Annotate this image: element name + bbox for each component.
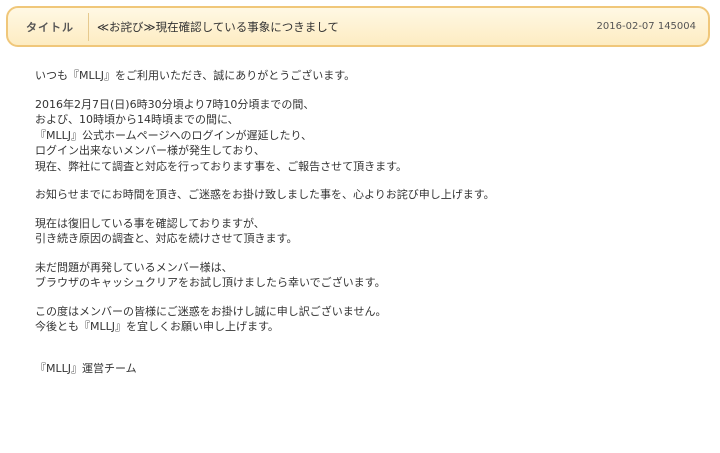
body-line: ブラウザのキャッシュクリアをお試し頂けましたら幸いでございます。 <box>35 276 386 289</box>
paragraph-incident: 2016年2月7日(日)6時30分頃より7時10分頃までの間、 および、10時頃… <box>35 97 705 175</box>
paragraph-workaround: 未だ問題が再発しているメンバー様は、 ブラウザのキャッシュクリアをお試し頂けまし… <box>35 260 705 291</box>
body-line: いつも『MLLJ』をご利用いただき、誠にありがとうございます。 <box>35 69 356 82</box>
paragraph-status: 現在は復旧している事を確認しておりますが、 引き続き原因の調査と、対応を続けさせ… <box>35 216 705 247</box>
body-line: この度はメンバーの皆様にご迷惑をお掛けし誠に申し訳ございません。 <box>35 304 387 318</box>
body-line: 2016年2月7日(日)6時30分頃より7時10分頃までの間、 <box>35 97 315 111</box>
message-date: 2016-02-07 145004 <box>596 21 696 32</box>
message-body: いつも『MLLJ』をご利用いただき、誠にありがとうございます。 2016年2月7… <box>35 68 705 376</box>
title-label: タイトル <box>26 20 74 34</box>
body-line: 現在、弊社にて調査と対応を行っております事を、ご報告させて頂きます。 <box>35 159 408 173</box>
signature: 『MLLJ』運営チーム <box>35 361 137 375</box>
paragraph-greeting: いつも『MLLJ』をご利用いただき、誠にありがとうございます。 <box>35 68 705 84</box>
body-line: および、10時頃から14時頃までの間に、 <box>35 113 239 126</box>
paragraph-apology: お知らせまでにお時間を頂き、ご迷惑をお掛け致しました事を、心よりお詫び申し上げま… <box>35 187 705 203</box>
body-line: ログイン出来ないメンバー様が発生しており、 <box>35 144 265 157</box>
body-line: 引き続き原因の調査と、対応を続けさせて頂きます。 <box>35 232 298 245</box>
message-title: ≪お詫び≫現在確認している事象につきまして <box>97 19 339 34</box>
body-line: お知らせまでにお時間を頂き、ご迷惑をお掛け致しました事を、心よりお詫び申し上げま… <box>35 188 495 201</box>
body-line: 今後とも『MLLJ』を宜しくお願い申し上げます。 <box>35 320 279 333</box>
body-line: 未だ問題が再発しているメンバー様は、 <box>35 260 233 274</box>
paragraph-closing: この度はメンバーの皆様にご迷惑をお掛けし誠に申し訳ございません。 今後とも『ML… <box>35 304 705 335</box>
message-header: タイトル ≪お詫び≫現在確認している事象につきまして 2016-02-07 14… <box>6 6 710 47</box>
body-line: 現在は復旧している事を確認しておりますが、 <box>35 216 265 230</box>
body-line: 『MLLJ』公式ホームページへのログインが遅延したり、 <box>35 128 312 142</box>
